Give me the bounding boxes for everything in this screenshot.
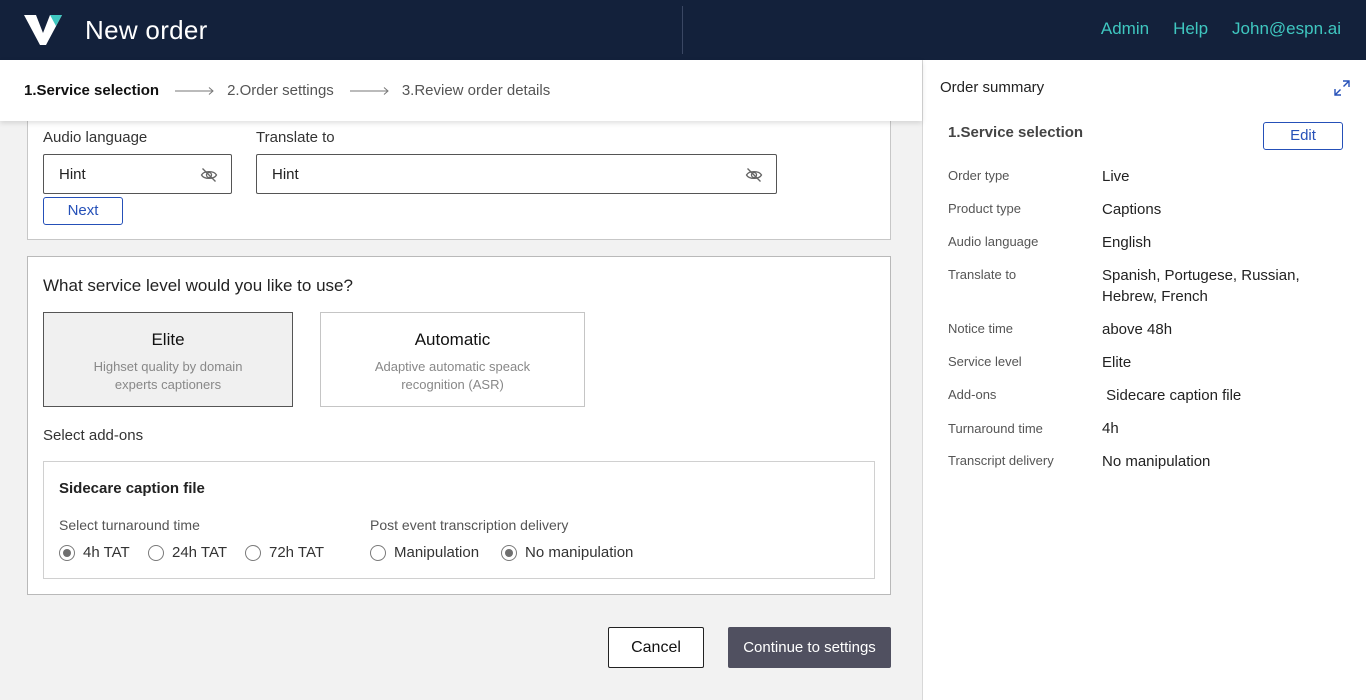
radio-label: 24h TAT — [172, 544, 228, 561]
service-level-question: What service level would you like to use… — [43, 276, 353, 295]
summary-value-add-ons: Sidecare caption file — [1102, 387, 1242, 404]
service-option-automatic[interactable]: Automatic Adaptive automatic speack reco… — [320, 312, 585, 407]
summary-section-title: 1.Service selection — [948, 124, 1084, 141]
top-nav-links: Admin Help John@espn.ai — [1101, 19, 1341, 39]
audio-language-value: Hint — [59, 166, 86, 183]
step-review-order-details[interactable]: 3.Review order details — [402, 82, 550, 99]
order-form-area: Audio language Translate to Hint Hint Ne… — [0, 60, 922, 700]
audio-language-label: Audio language — [43, 129, 148, 146]
service-option-description: Adaptive automatic speack recognition (A… — [374, 359, 531, 392]
continue-to-settings-button[interactable]: Continue to settings — [728, 627, 891, 668]
order-summary-panel: Order summary 1.Service selection Edit O… — [922, 60, 1366, 700]
summary-value-transcript-delivery: No manipulation — [1102, 453, 1211, 470]
audio-language-select[interactable]: Hint — [43, 154, 232, 194]
radio-unchecked-icon[interactable] — [370, 544, 386, 561]
service-option-elite[interactable]: Elite Highset quality by domain experts … — [43, 312, 293, 407]
summary-label-service-level: Service level — [948, 354, 1022, 369]
header-divider — [682, 6, 683, 54]
edit-button[interactable]: Edit — [1263, 122, 1343, 150]
brand-logo-icon[interactable] — [24, 15, 62, 45]
order-summary-title: Order summary — [940, 79, 1045, 96]
page-title: New order — [85, 15, 208, 45]
order-stepper: 1.Service selection 2.Order settings 3.R… — [0, 60, 922, 121]
radio-label: 72h TAT — [269, 544, 325, 561]
addons-label: Select add-ons — [43, 427, 144, 444]
delivery-label: Post event transcription delivery — [370, 517, 569, 533]
radio-checked-icon[interactable] — [59, 544, 75, 561]
nav-admin-link[interactable]: Admin — [1101, 19, 1149, 39]
translate-to-select[interactable]: Hint — [256, 154, 777, 194]
summary-label-notice-time: Notice time — [948, 321, 1014, 336]
service-level-card: What service level would you like to use… — [27, 256, 891, 595]
summary-label-audio-language: Audio language — [948, 234, 1039, 249]
service-option-title: Elite — [151, 330, 185, 349]
radio-unchecked-icon[interactable] — [148, 544, 164, 561]
summary-value-turnaround-time: 4h — [1102, 420, 1119, 437]
summary-value-service-level: Elite — [1102, 354, 1132, 371]
radio-72h-tat[interactable]: 72h TAT — [245, 544, 324, 561]
radio-no-manipulation[interactable]: No manipulation — [501, 544, 633, 561]
radio-label: No manipulation — [525, 544, 634, 561]
summary-label-transcript-delivery: Transcript delivery — [948, 453, 1054, 468]
radio-label: Manipulation — [394, 544, 480, 561]
top-navbar: New order Admin Help John@espn.ai — [0, 0, 1366, 60]
nav-user-account-link[interactable]: John@espn.ai — [1232, 19, 1341, 39]
summary-label-translate-to: Translate to — [948, 267, 1017, 282]
expand-icon[interactable] — [1334, 80, 1350, 96]
addon-title: Sidecare caption file — [59, 480, 205, 497]
radio-checked-icon[interactable] — [501, 544, 517, 561]
radio-manipulation[interactable]: Manipulation — [370, 544, 479, 561]
summary-value-audio-language: English — [1102, 234, 1152, 251]
summary-label-add-ons: Add-ons — [948, 387, 997, 402]
nav-help-link[interactable]: Help — [1173, 19, 1208, 39]
addon-sidecare-panel: Sidecare caption file Select turnaround … — [43, 461, 875, 579]
radio-unchecked-icon[interactable] — [245, 544, 261, 561]
summary-value-order-type: Live — [1102, 168, 1130, 185]
summary-label-turnaround-time: Turnaround time — [948, 421, 1043, 436]
arrow-right-icon — [349, 86, 389, 95]
summary-label-product-type: Product type — [948, 201, 1021, 216]
radio-24h-tat[interactable]: 24h TAT — [148, 544, 227, 561]
cancel-button[interactable]: Cancel — [608, 627, 704, 668]
eye-off-icon[interactable] — [200, 166, 218, 184]
service-option-title: Automatic — [414, 330, 491, 349]
next-button[interactable]: Next — [43, 197, 123, 225]
summary-label-order-type: Order type — [948, 168, 1010, 183]
summary-value-product-type: Captions — [1102, 201, 1162, 218]
step-order-settings[interactable]: 2.Order settings — [227, 82, 334, 99]
radio-label: 4h TAT — [83, 544, 130, 561]
step-service-selection[interactable]: 1.Service selection — [24, 82, 159, 99]
service-option-description: Highset quality by domain experts captio… — [93, 359, 243, 392]
turnaround-label: Select turnaround time — [59, 517, 200, 533]
translate-to-value: Hint — [272, 166, 299, 183]
eye-off-icon[interactable] — [745, 166, 763, 184]
summary-value-notice-time: above 48h — [1102, 321, 1173, 338]
translate-to-label: Translate to — [256, 129, 335, 146]
summary-value-translate-to: Spanish, Portugese, Russian, Hebrew, Fre… — [1102, 267, 1300, 305]
radio-4h-tat[interactable]: 4h TAT — [59, 544, 130, 561]
arrow-right-icon — [175, 86, 214, 95]
